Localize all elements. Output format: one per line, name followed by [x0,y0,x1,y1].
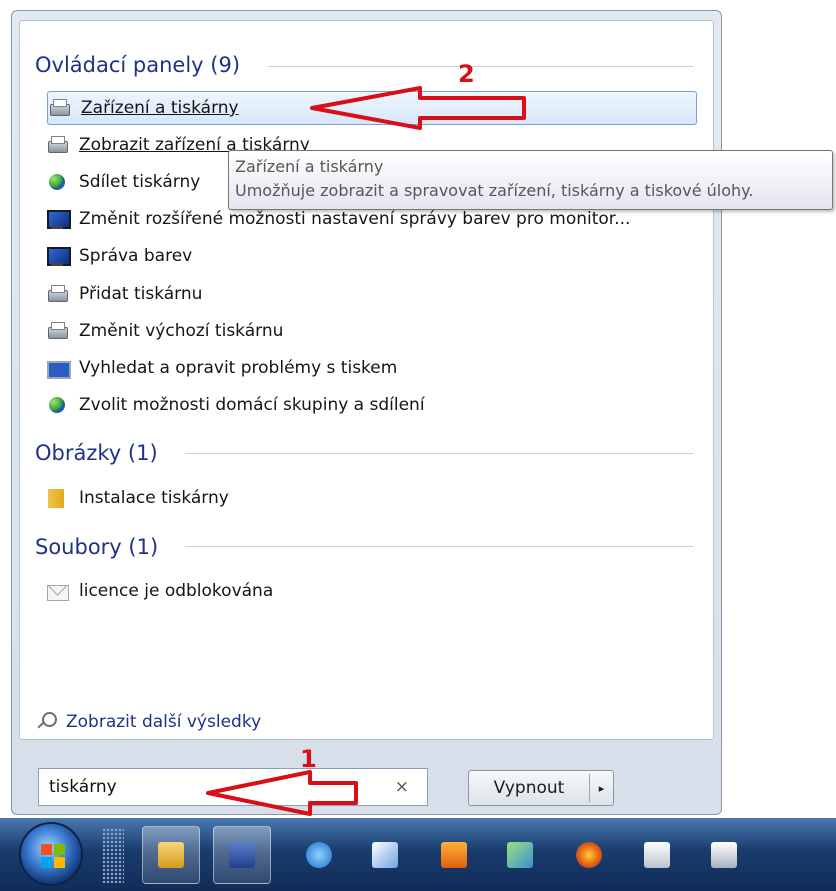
search-icon [36,712,57,732]
group-header-pictures[interactable]: Obrázky (1) [35,438,158,468]
search-input-value: tiskárny [49,777,117,797]
annotation-number-1: 1 [300,745,317,773]
result-color-management[interactable]: Správa barev [46,239,696,273]
result-label: Sdílet tiskárny [79,172,201,192]
group-divider [268,66,694,67]
calendar-icon [644,842,670,868]
tooltip: Zařízení a tiskárny Umožňuje zobrazit a … [228,150,833,210]
start-button[interactable] [19,822,83,886]
see-more-results-label: Zobrazit další výsledky [66,712,262,732]
folder-icon [46,487,68,509]
taskbar-paint-button[interactable] [356,826,414,884]
app-icon [711,842,737,868]
paint-icon [372,842,398,868]
printer-icon [46,134,68,156]
printer-icon [46,283,68,305]
result-troubleshoot-printing[interactable]: Vyhledat a opravit problémy s tiskem [46,351,696,385]
taskbar-network-button[interactable] [491,826,549,884]
taskbar-firefox-button[interactable] [560,826,618,884]
homegroup-share-icon [46,171,68,193]
result-printer-install[interactable]: Instalace tiskárny [46,481,696,515]
result-label: licence je odblokována [79,581,274,601]
group-header-label: Ovládací panely (9) [35,53,241,77]
result-homegroup-sharing[interactable]: Zvolit možnosti domácí skupiny a sdílení [46,388,696,422]
taskbar-calendar-button[interactable] [628,826,686,884]
clear-search-icon[interactable]: × [395,777,409,797]
taskbar-grip[interactable] [102,828,124,883]
firefox-icon [576,842,602,868]
homegroup-share-icon [46,394,68,416]
internet-explorer-icon [306,842,332,868]
taskbar-media-button[interactable] [425,826,483,884]
result-label: Správa barev [79,246,193,266]
explorer-icon [158,842,184,868]
group-header-label: Obrázky (1) [35,441,158,465]
result-change-default-printer[interactable]: Změnit výchozí tiskárnu [46,314,696,348]
taskbar-explorer-button[interactable] [142,826,200,884]
result-devices-and-printers[interactable]: Zařízení a tiskárny [47,91,697,125]
printer-icon [48,97,70,119]
envelope-icon [46,580,69,602]
search-input[interactable]: tiskárny × [38,768,428,806]
media-icon [441,842,467,868]
group-divider [185,546,694,547]
group-divider [185,453,694,454]
result-label: Zařízení a tiskárny [81,98,239,118]
result-label: Změnit výchozí tiskárnu [79,321,284,341]
taskbar-save-button[interactable] [213,826,271,884]
shutdown-options-arrow-icon[interactable]: ▸ [590,782,613,795]
shutdown-label: Vypnout [493,778,565,798]
result-label: Změnit rozšířené možnosti nastavení sprá… [79,209,631,229]
see-more-results-link[interactable]: Zobrazit další výsledky [36,708,261,736]
result-add-printer[interactable]: Přidat tiskárnu [46,277,696,311]
group-header-label: Soubory (1) [35,535,159,559]
network-icon [507,842,533,868]
printer-icon [46,320,68,342]
group-header-files[interactable]: Soubory (1) [35,532,158,562]
result-label: Vyhledat a opravit problémy s tiskem [79,358,398,378]
result-label: Přidat tiskárnu [79,284,203,304]
result-label: Instalace tiskárny [79,488,229,508]
taskbar [0,818,836,891]
group-header-control-panel[interactable]: Ovládací panely (9) [35,50,240,80]
taskbar-app-button[interactable] [695,826,753,884]
windows-logo-icon [41,844,65,868]
annotation-number-2: 2 [458,60,475,88]
shutdown-button[interactable]: Vypnout ▸ [468,770,614,806]
tooltip-title: Zařízení a tiskárny [235,157,384,176]
save-icon [229,842,255,868]
result-label: Zvolit možnosti domácí skupiny a sdílení [79,395,425,415]
taskbar-ie-button[interactable] [290,826,348,884]
troubleshoot-icon [46,357,71,379]
tooltip-description: Umožňuje zobrazit a spravovat zařízení, … [235,181,754,200]
monitor-color-icon [46,245,71,267]
monitor-color-icon [46,208,71,230]
result-license-file[interactable]: licence je odblokována [46,574,696,608]
